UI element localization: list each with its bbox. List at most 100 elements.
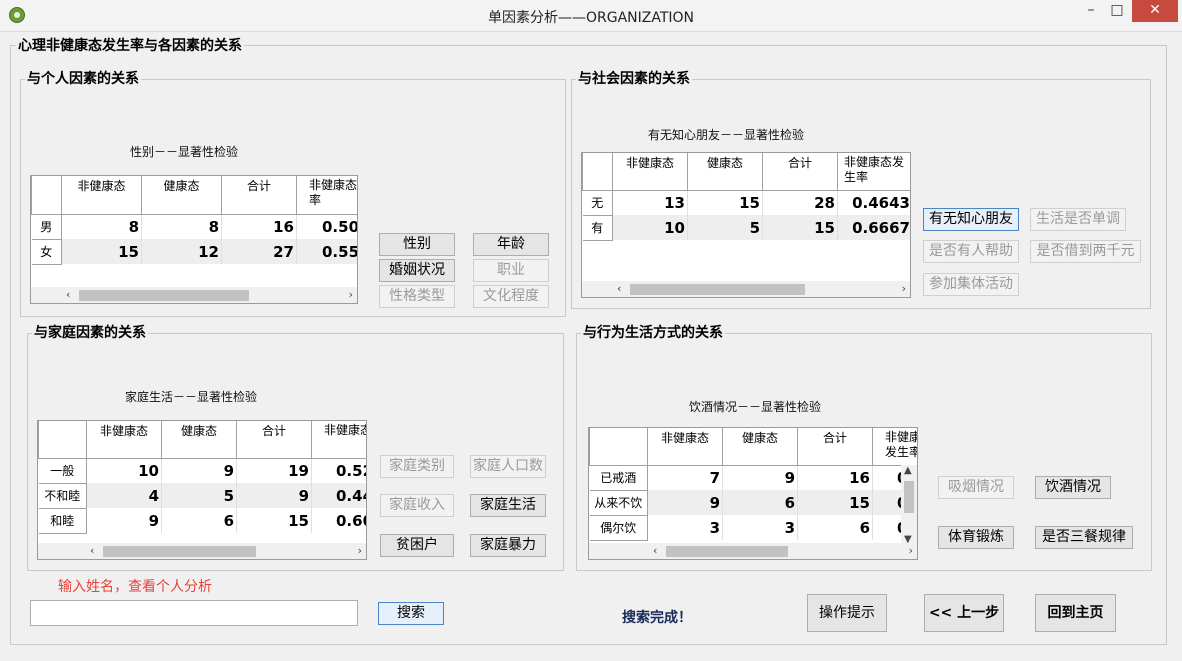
table-row[interactable]: 偶尔饮 3 3 6 0. bbox=[589, 514, 917, 541]
table-cell: 5 bbox=[161, 483, 237, 508]
smoking-button[interactable]: 吸烟情况 bbox=[938, 476, 1014, 499]
collective-activity-button[interactable]: 参加集体活动 bbox=[923, 273, 1019, 296]
scroll-right-icon[interactable]: › bbox=[902, 281, 906, 297]
scroll-right-icon[interactable]: › bbox=[909, 543, 913, 559]
table-cell: 16 bbox=[221, 214, 297, 239]
table-cell: 3 bbox=[647, 515, 723, 540]
help-tips-button[interactable]: 操作提示 bbox=[807, 594, 887, 632]
personal-caption: 性别－－显著性检验 bbox=[130, 145, 239, 159]
table-cell: 27 bbox=[221, 239, 297, 264]
table-row[interactable]: 和睦 9 6 15 0.60 bbox=[38, 507, 366, 534]
table-cell: 16 bbox=[797, 465, 873, 490]
marital-status-button[interactable]: 婚姻状况 bbox=[379, 259, 455, 282]
poor-household-button[interactable]: 贫困户 bbox=[380, 534, 454, 557]
table-cell: 15 bbox=[687, 190, 763, 215]
row-header: 不和睦 bbox=[38, 482, 87, 509]
close-button[interactable]: ✕ bbox=[1132, 0, 1178, 22]
scroll-left-icon[interactable]: ‹ bbox=[90, 543, 94, 559]
column-header: 非健康态发生率 bbox=[837, 153, 910, 191]
back-button[interactable]: << 上一步 bbox=[924, 594, 1004, 632]
exercise-button[interactable]: 体育锻炼 bbox=[938, 526, 1014, 549]
scrollbar-thumb[interactable] bbox=[630, 284, 805, 295]
scrollbar-thumb[interactable] bbox=[103, 546, 256, 557]
behavior-table[interactable]: 非健康态 健康态 合计 非健康态发生率 已戒酒 7 9 16 0. 从来不饮 9… bbox=[588, 427, 918, 560]
scroll-up-icon[interactable]: ▲ bbox=[904, 465, 912, 476]
drinking-button[interactable]: 饮酒情况 bbox=[1035, 476, 1111, 499]
social-table[interactable]: 非健康态 健康态 合计 非健康态发生率 无 13 15 28 0.4643 有 … bbox=[581, 152, 911, 298]
row-header: 一般 bbox=[38, 457, 87, 484]
table-row[interactable]: 男 8 8 16 0.5000 bbox=[31, 213, 357, 240]
education-button[interactable]: 文化程度 bbox=[473, 285, 549, 308]
family-violence-button[interactable]: 家庭暴力 bbox=[470, 534, 546, 557]
column-header: 非健康态发生率 bbox=[872, 428, 917, 466]
table-cell: 15 bbox=[762, 215, 838, 240]
horizontal-scrollbar[interactable]: ‹ › bbox=[582, 281, 910, 297]
scrollbar-thumb[interactable] bbox=[79, 290, 249, 301]
age-button[interactable]: 年龄 bbox=[473, 233, 549, 256]
table-cell: 0.60 bbox=[311, 508, 366, 533]
column-header: 合计 bbox=[797, 428, 873, 466]
borrow-money-button[interactable]: 是否借到两千元 bbox=[1030, 240, 1141, 263]
occupation-button[interactable]: 职业 bbox=[473, 259, 549, 282]
minimize-button[interactable]: – bbox=[1078, 0, 1104, 22]
scrollbar-thumb[interactable] bbox=[666, 546, 788, 557]
table-row[interactable]: 一般 10 9 19 0.52 bbox=[38, 457, 366, 484]
personality-button[interactable]: 性格类型 bbox=[379, 285, 455, 308]
name-search-input[interactable] bbox=[30, 600, 358, 626]
family-life-button[interactable]: 家庭生活 bbox=[470, 494, 546, 517]
table-cell: 8 bbox=[141, 214, 222, 239]
column-header: 健康态 bbox=[722, 428, 798, 466]
table-cell: 10 bbox=[612, 215, 688, 240]
column-header: 非健康态 bbox=[647, 428, 723, 466]
table-cell: 9 bbox=[722, 465, 798, 490]
horizontal-scrollbar[interactable]: ‹ › bbox=[38, 543, 366, 559]
table-row[interactable]: 女 15 12 27 0.5556 bbox=[31, 238, 357, 265]
horizontal-scrollbar[interactable]: ‹ › bbox=[589, 543, 917, 559]
help-available-button[interactable]: 是否有人帮助 bbox=[923, 240, 1019, 263]
family-type-button[interactable]: 家庭类别 bbox=[380, 455, 454, 478]
table-row[interactable]: 从来不饮 9 6 15 0. bbox=[589, 489, 917, 516]
table-row[interactable]: 无 13 15 28 0.4643 bbox=[582, 189, 910, 216]
close-friend-button[interactable]: 有无知心朋友 bbox=[923, 208, 1019, 231]
scroll-right-icon[interactable]: › bbox=[349, 287, 353, 303]
row-header: 女 bbox=[31, 238, 62, 265]
column-header: 合计 bbox=[236, 421, 312, 459]
personal-table[interactable]: 非健康态 健康态 合计 非健康态发生率 男 8 8 16 0.5000 女 15… bbox=[30, 175, 358, 304]
table-cell: 4 bbox=[86, 483, 162, 508]
scrollbar-thumb[interactable] bbox=[904, 481, 914, 513]
gender-button[interactable]: 性别 bbox=[379, 233, 455, 256]
row-header: 偶尔饮 bbox=[589, 514, 648, 541]
table-cell: 0.5000 bbox=[296, 214, 357, 239]
maximize-button[interactable]: □ bbox=[1104, 0, 1130, 22]
scroll-right-icon[interactable]: › bbox=[358, 543, 362, 559]
family-table[interactable]: 非健康态 健康态 合计 非健康态发生率 一般 10 9 19 0.52 不和睦 … bbox=[37, 420, 367, 560]
scroll-left-icon[interactable]: ‹ bbox=[653, 543, 657, 559]
search-button[interactable]: 搜索 bbox=[378, 602, 444, 625]
table-cell: 0.4643 bbox=[837, 190, 910, 215]
monotonous-life-button[interactable]: 生活是否单调 bbox=[1030, 208, 1126, 231]
vertical-scrollbar[interactable]: ▲ ▼ bbox=[901, 465, 917, 545]
horizontal-scrollbar[interactable]: ‹ › bbox=[31, 287, 357, 303]
behavior-panel-label: 与行为生活方式的关系 bbox=[581, 325, 725, 341]
family-population-button[interactable]: 家庭人口数 bbox=[470, 455, 546, 478]
social-panel-label: 与社会因素的关系 bbox=[576, 71, 692, 87]
table-cell: 12 bbox=[141, 239, 222, 264]
family-panel-label: 与家庭因素的关系 bbox=[32, 325, 148, 341]
column-header: 合计 bbox=[762, 153, 838, 191]
regular-meals-button[interactable]: 是否三餐规律 bbox=[1035, 526, 1133, 549]
table-row[interactable]: 不和睦 4 5 9 0.44 bbox=[38, 482, 366, 509]
scroll-left-icon[interactable]: ‹ bbox=[66, 287, 70, 303]
scroll-left-icon[interactable]: ‹ bbox=[617, 281, 621, 297]
home-button[interactable]: 回到主页 bbox=[1035, 594, 1116, 632]
table-row[interactable]: 有 10 5 15 0.6667 bbox=[582, 214, 910, 241]
search-hint: 输入姓名，查看个人分析 bbox=[58, 579, 212, 595]
search-status: 搜索完成！ bbox=[622, 610, 692, 626]
column-header: 非健康态 bbox=[86, 421, 162, 459]
table-cell: 15 bbox=[61, 239, 142, 264]
table-row[interactable]: 已戒酒 7 9 16 0. bbox=[589, 464, 917, 491]
row-header: 和睦 bbox=[38, 507, 87, 534]
corner-cell bbox=[38, 421, 87, 459]
family-income-button[interactable]: 家庭收入 bbox=[380, 494, 454, 517]
table-cell: 19 bbox=[236, 458, 312, 483]
table-cell: 28 bbox=[762, 190, 838, 215]
